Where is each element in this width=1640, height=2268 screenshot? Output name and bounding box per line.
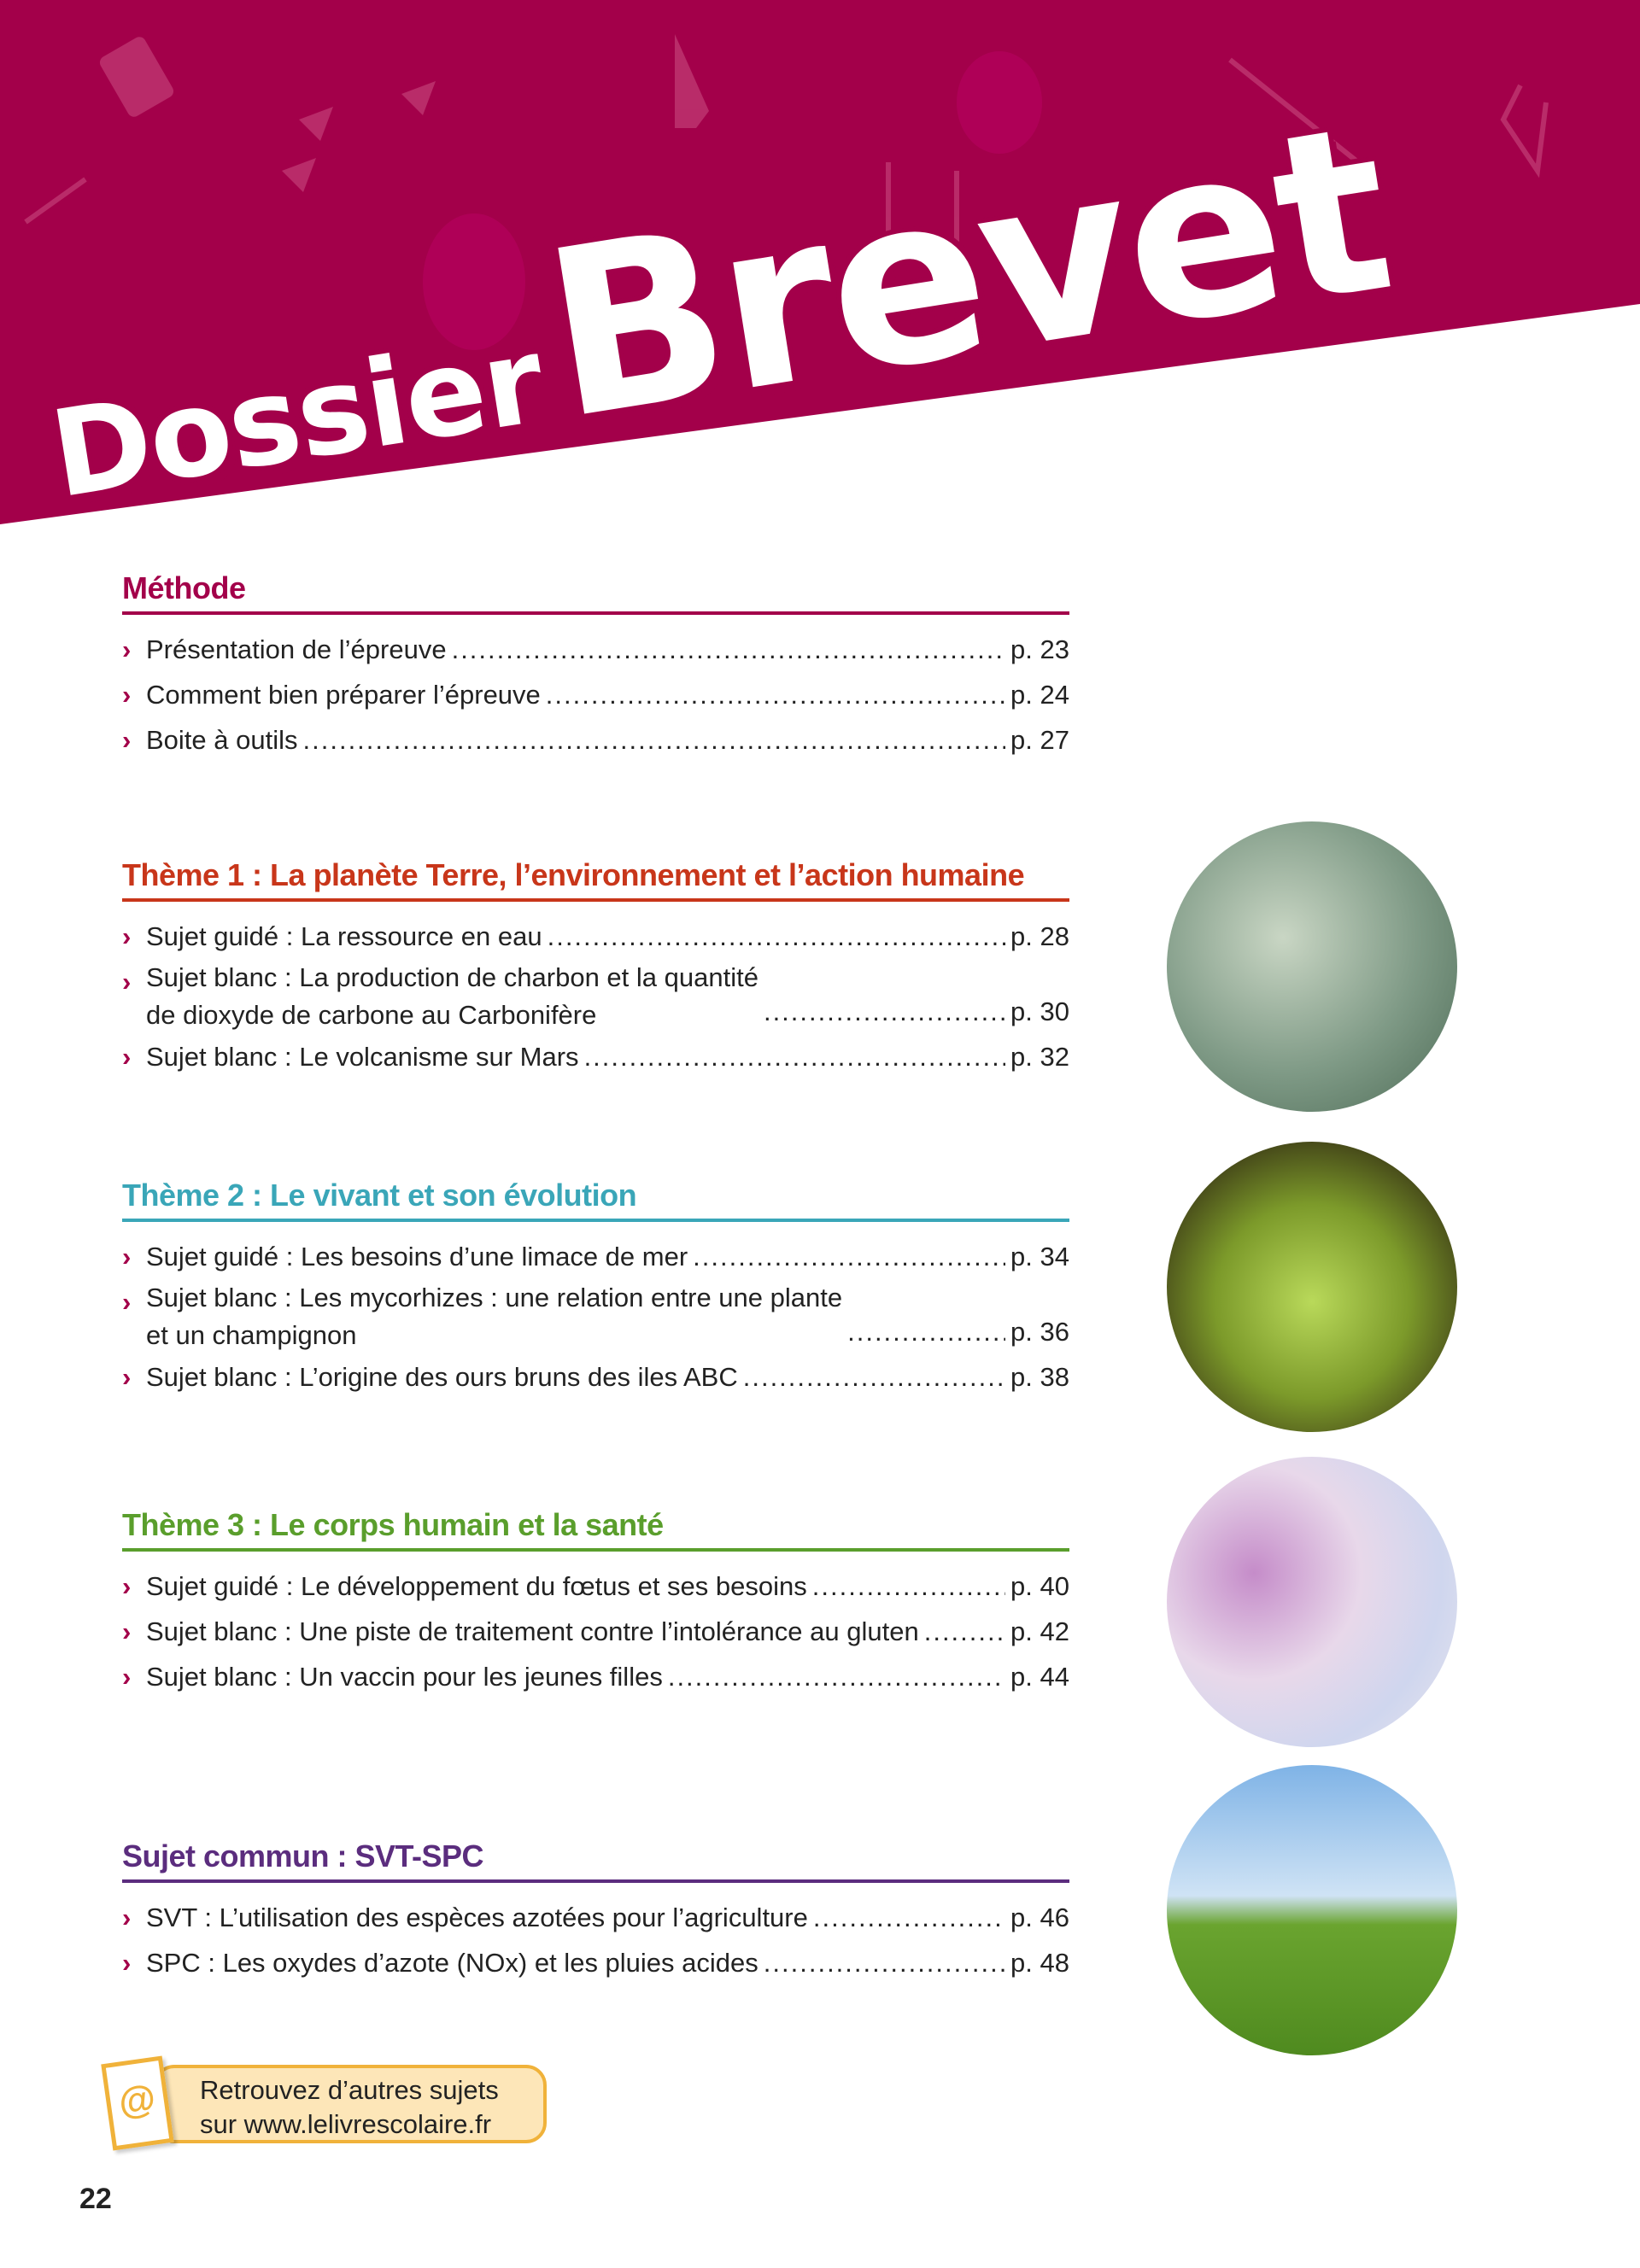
item-label: Présentation de l’épreuve <box>146 634 447 664</box>
toc-item[interactable]: › SPC : Les oxydes d’azote (NOx) et les p… <box>122 1940 1069 1985</box>
toc-item[interactable]: › Présentation de l’épreuve p. 23 <box>122 627 1069 672</box>
item-page: p. 36 <box>1010 1317 1069 1347</box>
section-sujet-commun: Sujet commun : SVT-SPC › SVT : L’utilisat… <box>122 1838 1069 1985</box>
item-page: p. 46 <box>1010 1903 1069 1932</box>
chevron-right-icon: › <box>122 725 132 755</box>
item-label: Comment bien préparer l’épreuve <box>146 680 541 710</box>
tractor-field-image <box>1167 1765 1457 2055</box>
item-page: p. 42 <box>1010 1616 1069 1646</box>
item-page: p. 27 <box>1010 725 1069 755</box>
section-title: Thème 3 : Le corps humain et la santé <box>122 1507 1069 1552</box>
carboniferous-forest-image <box>1167 821 1457 1112</box>
callout-line-1: Retrouvez d’autres sujets <box>200 2075 499 2105</box>
item-page: p. 24 <box>1010 680 1069 710</box>
toc-item[interactable]: › Sujet blanc : La production de charbon … <box>122 959 1069 1034</box>
website-callout[interactable]: Retrouvez d’autres sujets sur www.lelivr… <box>154 2065 547 2143</box>
item-page: p. 34 <box>1010 1242 1069 1271</box>
chevron-right-icon: › <box>122 1242 132 1271</box>
chevron-right-icon: › <box>122 1571 132 1601</box>
section-title: Thème 2 : Le vivant et son évolution <box>122 1178 1069 1222</box>
microscope-cells-image <box>1167 1457 1457 1747</box>
at-sign-icon: @ <box>101 2055 174 2151</box>
item-label: Sujet blanc : Le volcanisme sur Mars <box>146 1042 579 1072</box>
item-label: Sujet blanc : L’origine des ours bruns d… <box>146 1362 738 1392</box>
toc-item[interactable]: › Sujet guidé : Les besoins d’une limace … <box>122 1234 1069 1279</box>
section-methode: Méthode ›Présentation de l’épreuvep. 23 … <box>122 570 1069 763</box>
toc-item[interactable]: › Sujet blanc : Les mycorhizes : une rela… <box>122 1279 1069 1354</box>
toc-item[interactable]: › SVT : L’utilisation des espèces azotées… <box>122 1895 1069 1940</box>
item-page: p. 44 <box>1010 1662 1069 1692</box>
toc-item[interactable]: › Sujet blanc : Une piste de traitement c… <box>122 1609 1069 1654</box>
item-label: Boite à outils <box>146 725 298 755</box>
item-label: Sujet blanc : Les mycorhizes : une relat… <box>146 1283 843 1350</box>
section-title: Méthode <box>122 570 1069 615</box>
toc-item[interactable]: › Sujet blanc : Un vaccin pour les jeunes… <box>122 1654 1069 1699</box>
toc-item[interactable]: › Comment bien préparer l’épreuve p. 24 <box>122 672 1069 717</box>
item-label: Sujet guidé : Le développement du fœtus … <box>146 1571 807 1601</box>
item-label: SPC : Les oxydes d’azote (NOx) et les pl… <box>146 1948 758 1978</box>
callout-line-2: sur www.lelivrescolaire.fr <box>200 2109 492 2139</box>
item-page: p. 38 <box>1010 1362 1069 1392</box>
chevron-right-icon: › <box>122 1948 132 1978</box>
chevron-right-icon: › <box>122 1662 132 1692</box>
item-label: Sujet blanc : La production de charbon e… <box>146 962 758 1030</box>
section-theme-1: Thème 1 : La planète Terre, l’environnem… <box>122 857 1069 1079</box>
sea-slug-image <box>1167 1142 1457 1432</box>
toc-item[interactable]: › Sujet guidé : Le développement du fœtus… <box>122 1564 1069 1609</box>
item-page: p. 30 <box>1010 997 1069 1026</box>
section-theme-2: Thème 2 : Le vivant et son évolution › Su… <box>122 1178 1069 1400</box>
chevron-right-icon: › <box>122 921 132 951</box>
chevron-right-icon: › <box>122 1362 132 1392</box>
item-label: Sujet guidé : Les besoins d’une limace d… <box>146 1242 688 1271</box>
chevron-right-icon: › <box>122 1903 132 1932</box>
item-page: p. 28 <box>1010 921 1069 951</box>
section-title: Sujet commun : SVT-SPC <box>122 1838 1069 1883</box>
toc-item[interactable]: › Sujet blanc : Le volcanisme sur Mars p. … <box>122 1034 1069 1079</box>
chevron-right-icon: › <box>122 967 132 997</box>
toc-item[interactable]: › Sujet guidé : La ressource en eau p. 28 <box>122 914 1069 959</box>
item-page: p. 23 <box>1010 634 1069 664</box>
item-page: p. 32 <box>1010 1042 1069 1072</box>
item-page: p. 40 <box>1010 1571 1069 1601</box>
item-label: Sujet guidé : La ressource en eau <box>146 921 542 951</box>
chevron-right-icon: › <box>122 1287 132 1317</box>
section-theme-3: Thème 3 : Le corps humain et la santé › S… <box>122 1507 1069 1699</box>
chevron-right-icon: › <box>122 634 132 664</box>
toc-item[interactable]: › Sujet blanc : L’origine des ours bruns … <box>122 1354 1069 1400</box>
item-page: p. 48 <box>1010 1948 1069 1978</box>
chevron-right-icon: › <box>122 1042 132 1072</box>
item-label: Sujet blanc : Une piste de traitement co… <box>146 1616 919 1646</box>
chevron-right-icon: › <box>122 1616 132 1646</box>
toc-item[interactable]: › Boite à outils p. 27 <box>122 717 1069 763</box>
item-label: Sujet blanc : Un vaccin pour les jeunes … <box>146 1662 663 1692</box>
item-label: SVT : L’utilisation des espèces azotées … <box>146 1903 808 1932</box>
page-number: 22 <box>79 2183 112 2215</box>
section-title: Thème 1 : La planète Terre, l’environnem… <box>122 857 1069 902</box>
chevron-right-icon: › <box>122 680 132 710</box>
